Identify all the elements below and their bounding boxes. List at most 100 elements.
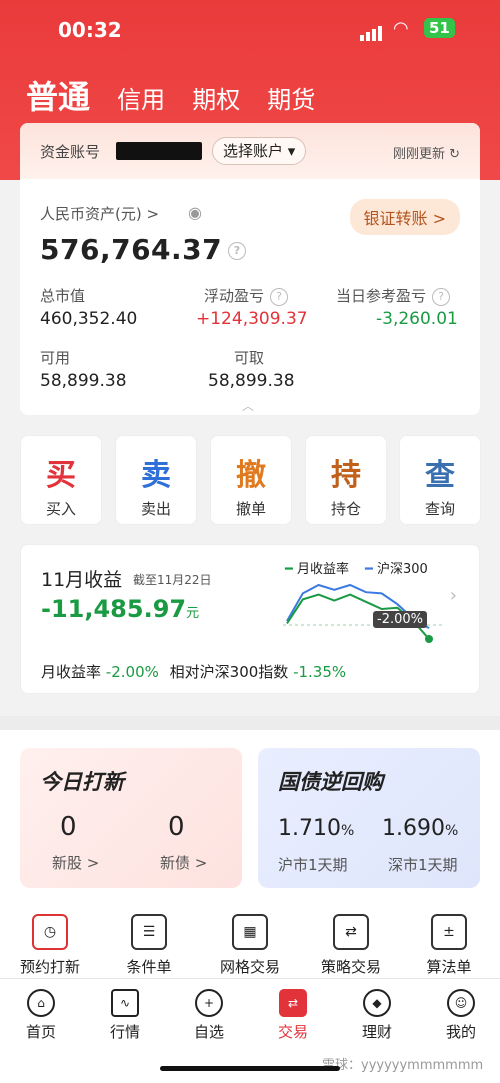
relative-value: -1.35% <box>293 663 347 681</box>
profit-amount: -11,485.97元 <box>41 595 199 623</box>
strategy-trading-shortcut[interactable]: ⇄ 策略交易 <box>306 914 396 977</box>
section-divider <box>0 716 500 730</box>
legend-monthly-swatch: ━ <box>285 562 297 577</box>
conditional-order-shortcut[interactable]: ☰ 条件单 <box>104 914 194 977</box>
ipo-stock-count: 0 <box>60 812 77 842</box>
sell-glyph: 卖 <box>141 458 171 493</box>
sz-label: 深市1天期 <box>388 856 458 874</box>
tab-me[interactable]: ☺ 我的 <box>426 989 496 1042</box>
exchange-icon: ⇄ <box>279 989 307 1017</box>
alarm-clock-icon: ◷ <box>32 914 68 950</box>
tab-market[interactable]: ∿ 行情 <box>90 989 160 1042</box>
rate-value: -2.00% <box>105 663 159 681</box>
legend-hs300: ━ 沪深300 <box>365 558 428 577</box>
profit-amount-value: -11,485.97 <box>41 595 187 623</box>
home-icon: ⌂ <box>27 989 55 1017</box>
tab-futures[interactable]: 期货 <box>267 86 315 114</box>
bank-transfer-button[interactable]: 银证转账 > <box>349 199 460 235</box>
tab-home-label: 首页 <box>25 1023 56 1041</box>
tab-home[interactable]: ⌂ 首页 <box>6 989 76 1042</box>
sh-label: 沪市1天期 <box>278 856 348 874</box>
grid-trading-label: 网格交易 <box>219 958 280 976</box>
relative-label: 相对沪深300指数 <box>169 663 289 681</box>
help-icon[interactable]: ? <box>270 287 289 306</box>
tab-normal[interactable]: 普通 <box>26 78 90 116</box>
market-value-label: 总市值 <box>40 287 86 305</box>
tab-watchlist-label: 自选 <box>193 1023 224 1041</box>
account-number-redacted <box>116 142 202 160</box>
ipo-stock-label[interactable]: 新股 > <box>52 852 99 873</box>
sell-button[interactable]: 卖 卖出 <box>115 435 197 525</box>
day-pl-label-text: 当日参考盈亏 <box>336 287 427 305</box>
ipo-subscribe-label: 预约打新 <box>19 958 80 976</box>
home-indicator <box>160 1066 340 1071</box>
profit-as-of: 截至11月22日 <box>133 573 212 587</box>
grid-trading-shortcut[interactable]: ▦ 网格交易 <box>205 914 295 977</box>
float-pl-label-text: 浮动盈亏 <box>204 287 265 305</box>
rate-label: 月收益率 <box>41 663 102 681</box>
cancel-order-button[interactable]: 撤 撤单 <box>210 435 292 525</box>
algo-order-label: 算法单 <box>426 958 472 976</box>
battery-level: 51 <box>429 19 450 37</box>
query-glyph: 查 <box>425 458 455 493</box>
notebook-icon: ⇄ <box>333 914 369 950</box>
total-assets-value: 576,764.37 <box>40 233 223 266</box>
account-type-tabs: 普通 信用 期权 期货 <box>26 72 337 118</box>
asset-label[interactable]: 人民币资产(元) > <box>40 203 159 224</box>
tab-me-label: 我的 <box>445 1023 476 1041</box>
account-label: 资金账号 <box>40 143 101 161</box>
chart-icon: ∿ <box>111 989 139 1017</box>
profit-title: 11月收益 <box>41 569 123 591</box>
buy-label: 买入 <box>45 500 76 518</box>
end-value-label: -2.00% <box>373 611 427 628</box>
calculator-icon: ± <box>431 914 467 950</box>
tab-wealth-label: 理财 <box>361 1023 392 1041</box>
tab-trade[interactable]: ⇄ 交易 <box>258 989 328 1042</box>
chevron-up-icon[interactable]: ︿ <box>242 397 254 414</box>
wifi-icon: ◠ <box>393 18 409 39</box>
account-row: 资金账号 选择账户 ▾ 刚刚更新 ↻ <box>20 123 480 179</box>
help-icon[interactable]: ? <box>432 287 451 306</box>
trade-buttons: 买 买入 卖 卖出 撤 撤单 持 持仓 查 查询 <box>20 435 481 525</box>
available-value: 58,899.38 <box>40 371 127 391</box>
positions-label: 持仓 <box>330 500 361 518</box>
ipo-card[interactable]: 今日打新 0 新股 > 0 新债 > <box>20 748 242 888</box>
ipo-subscribe-shortcut[interactable]: ◷ 预约打新 <box>5 914 95 977</box>
float-pl: +124,309.37 <box>196 309 308 329</box>
cancel-label: 撤单 <box>235 500 266 518</box>
plus-icon: + <box>195 989 223 1017</box>
status-bar: 00:32 ◠ 51 <box>0 0 500 60</box>
tab-trade-label: 交易 <box>277 1023 308 1041</box>
signal-icon <box>360 22 384 41</box>
strategy-trading-label: 策略交易 <box>320 958 381 976</box>
chevron-right-icon[interactable]: › <box>450 585 457 606</box>
end-point <box>425 635 433 643</box>
eye-icon[interactable]: ◉ <box>188 203 202 222</box>
refresh-status[interactable]: 刚刚更新 ↻ <box>393 143 460 162</box>
tab-wealth[interactable]: ◆ 理财 <box>342 989 412 1042</box>
sz-rate-percent: % <box>444 823 459 839</box>
float-pl-label: 浮动盈亏? <box>204 285 289 306</box>
withdrawable-label: 可取 <box>234 349 265 367</box>
monthly-profit-card[interactable]: 11月收益 截至11月22日 -11,485.97元 ━ 月收益率 ━ 沪深30… <box>20 544 480 694</box>
asset-card: 资金账号 选择账户 ▾ 刚刚更新 ↻ 人民币资产(元) > ◉ 银证转账 > 5… <box>20 123 480 415</box>
query-button[interactable]: 查 查询 <box>399 435 481 525</box>
select-account-button[interactable]: 选择账户 ▾ <box>212 137 307 165</box>
sz-rate: 1.690% <box>382 816 458 841</box>
repo-card[interactable]: 国债逆回购 1.710% 沪市1天期 1.690% 深市1天期 <box>258 748 480 888</box>
algo-order-shortcut[interactable]: ± 算法单 <box>404 914 494 977</box>
tab-watchlist[interactable]: + 自选 <box>174 989 244 1042</box>
ipo-title: 今日打新 <box>40 770 124 794</box>
ipo-bond-label[interactable]: 新债 > <box>160 852 207 873</box>
legend-monthly: ━ 月收益率 <box>285 558 349 577</box>
person-icon: ☺ <box>447 989 475 1017</box>
withdrawable-value: 58,899.38 <box>208 371 295 391</box>
battery-icon: 51 <box>424 18 455 38</box>
positions-button[interactable]: 持 持仓 <box>305 435 387 525</box>
grid-icon: ▦ <box>232 914 268 950</box>
help-icon[interactable]: ? <box>228 242 247 260</box>
tab-options[interactable]: 期权 <box>192 86 240 114</box>
buy-button[interactable]: 买 买入 <box>20 435 102 525</box>
tab-credit[interactable]: 信用 <box>117 86 165 114</box>
buy-glyph: 买 <box>46 458 76 493</box>
